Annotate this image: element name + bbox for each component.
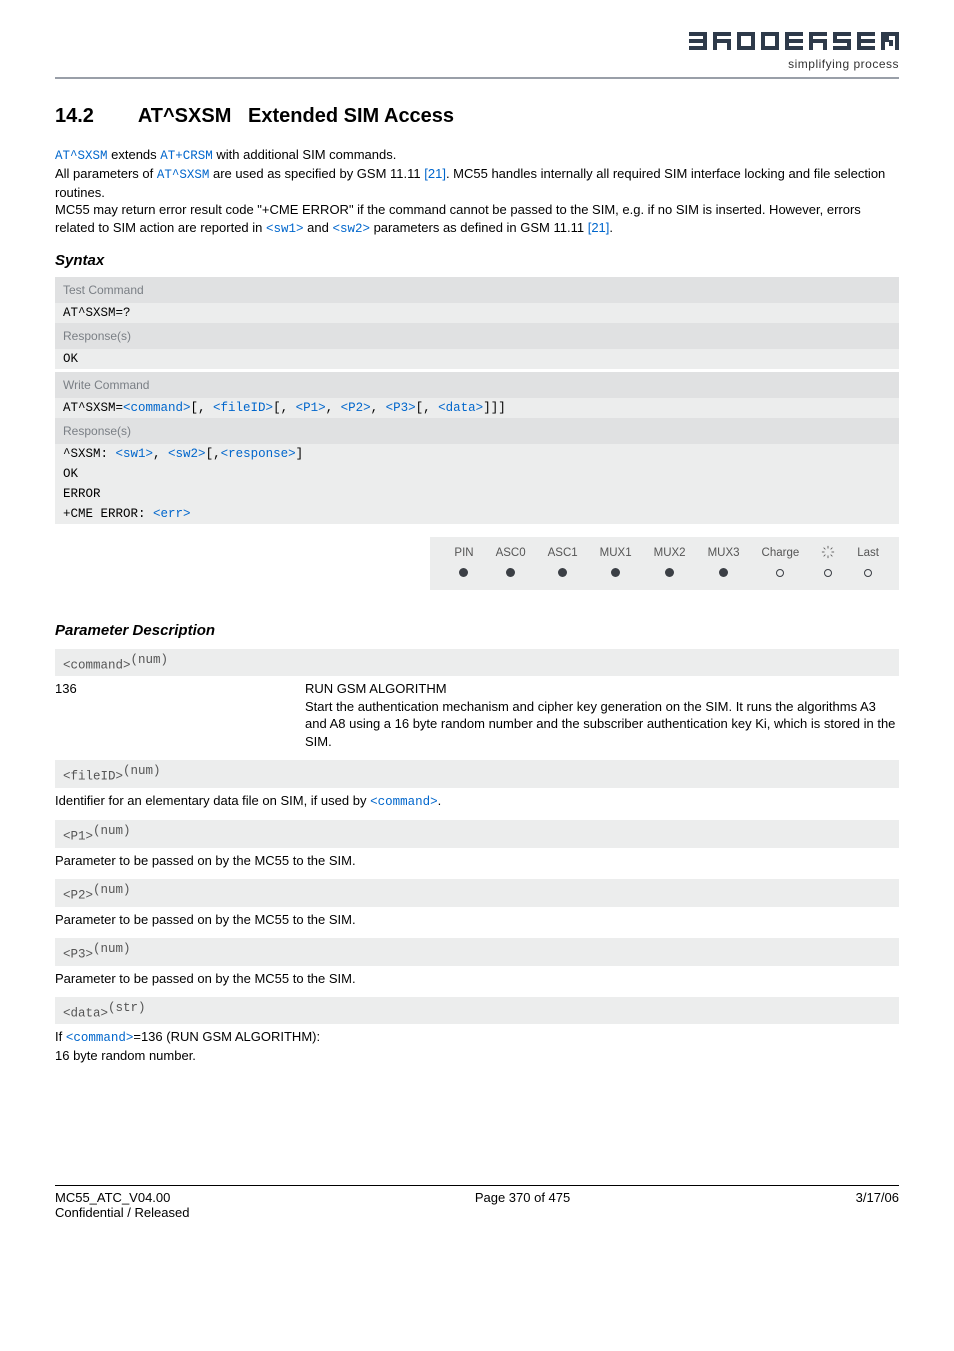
link-ref-21a[interactable]: [21] — [424, 166, 446, 181]
col-charge: Charge — [752, 543, 810, 564]
col-pin: PIN — [444, 543, 483, 564]
param-command-box: <command>(num) — [55, 649, 899, 676]
dot-charge — [776, 569, 784, 577]
link-at-sxsm[interactable]: AT^SXSM — [55, 149, 108, 163]
col-mux3: MUX3 — [698, 543, 750, 564]
link-sw1[interactable]: <sw1> — [266, 222, 304, 236]
dot-run — [824, 569, 832, 577]
header-divider — [55, 77, 899, 79]
col-asc1: ASC1 — [538, 543, 588, 564]
response-ok-1: OK — [55, 349, 899, 371]
dot-asc1 — [558, 568, 567, 577]
param-p2-box: <P2>(num) — [55, 879, 899, 906]
footer-page-num: Page 370 of 475 — [475, 1190, 570, 1220]
link-ref-21b[interactable]: [21] — [588, 220, 610, 235]
response-cme: +CME ERROR: <err> — [55, 504, 899, 524]
param-p1-box: <P1>(num) — [55, 820, 899, 847]
syntax-table: Test Command AT^SXSM=? Response(s) OK Wr… — [55, 277, 899, 524]
response-error: ERROR — [55, 484, 899, 504]
page-footer: MC55_ATC_V04.00 Confidential / Released … — [55, 1190, 899, 1220]
write-command-label: Write Command — [55, 370, 899, 398]
dot-mux2 — [665, 568, 674, 577]
dot-last — [864, 569, 872, 577]
tagline: simplifying process — [55, 57, 899, 71]
col-asc0: ASC0 — [486, 543, 536, 564]
col-last: Last — [847, 543, 889, 564]
footer-confidential: Confidential / Released — [55, 1205, 189, 1220]
param-p1-desc: Parameter to be passed on by the MC55 to… — [55, 852, 899, 870]
test-command-label: Test Command — [55, 277, 899, 303]
param-command-desc: 136 RUN GSM ALGORITHM Start the authenti… — [55, 680, 899, 750]
param-data-box: <data>(str) — [55, 997, 899, 1024]
brand-logo: simplifying process — [55, 30, 899, 71]
write-command: AT^SXSM=<command>[, <fileID>[, <P1>, <P2… — [55, 398, 899, 418]
intro-paragraph: AT^SXSM extends AT+CRSM with additional … — [55, 146, 899, 238]
param-p3-box: <P3>(num) — [55, 938, 899, 965]
dot-mux3 — [719, 568, 728, 577]
footer-divider — [55, 1185, 899, 1186]
col-mux2: MUX2 — [644, 543, 696, 564]
dot-mux1 — [611, 568, 620, 577]
dot-asc0 — [506, 568, 515, 577]
col-run-icon — [811, 543, 845, 564]
link-at-sxsm-2[interactable]: AT^SXSM — [157, 168, 210, 182]
section-heading: 14.2 AT^SXSM Extended SIM Access — [55, 105, 899, 128]
footer-date: 3/17/06 — [856, 1190, 899, 1220]
param-p2-desc: Parameter to be passed on by the MC55 to… — [55, 911, 899, 929]
response-label-1: Response(s) — [55, 323, 899, 349]
param-data-desc: If <command>=136 (RUN GSM ALGORITHM): 16… — [55, 1028, 899, 1064]
link-sw2[interactable]: <sw2> — [332, 222, 370, 236]
dot-pin — [459, 568, 468, 577]
param-fileid-box: <fileID>(num) — [55, 760, 899, 787]
capability-table: PIN ASC0 ASC1 MUX1 MUX2 MUX3 Charge Last — [430, 537, 899, 590]
col-mux1: MUX1 — [590, 543, 642, 564]
test-command: AT^SXSM=? — [55, 303, 899, 323]
response-label-2: Response(s) — [55, 418, 899, 444]
param-p3-desc: Parameter to be passed on by the MC55 to… — [55, 970, 899, 988]
link-command-ref[interactable]: <command> — [370, 795, 438, 809]
link-command-ref2[interactable]: <command> — [66, 1031, 134, 1045]
response-ok-2: OK — [55, 464, 899, 484]
link-at-crsm[interactable]: AT+CRSM — [160, 149, 213, 163]
syntax-heading: Syntax — [55, 252, 899, 269]
response-sxsm: ^SXSM: <sw1>, <sw2>[,<response>] — [55, 444, 899, 464]
param-fileid-desc: Identifier for an elementary data file o… — [55, 792, 899, 811]
param-desc-heading: Parameter Description — [55, 622, 899, 639]
footer-doc-id: MC55_ATC_V04.00 — [55, 1190, 170, 1205]
